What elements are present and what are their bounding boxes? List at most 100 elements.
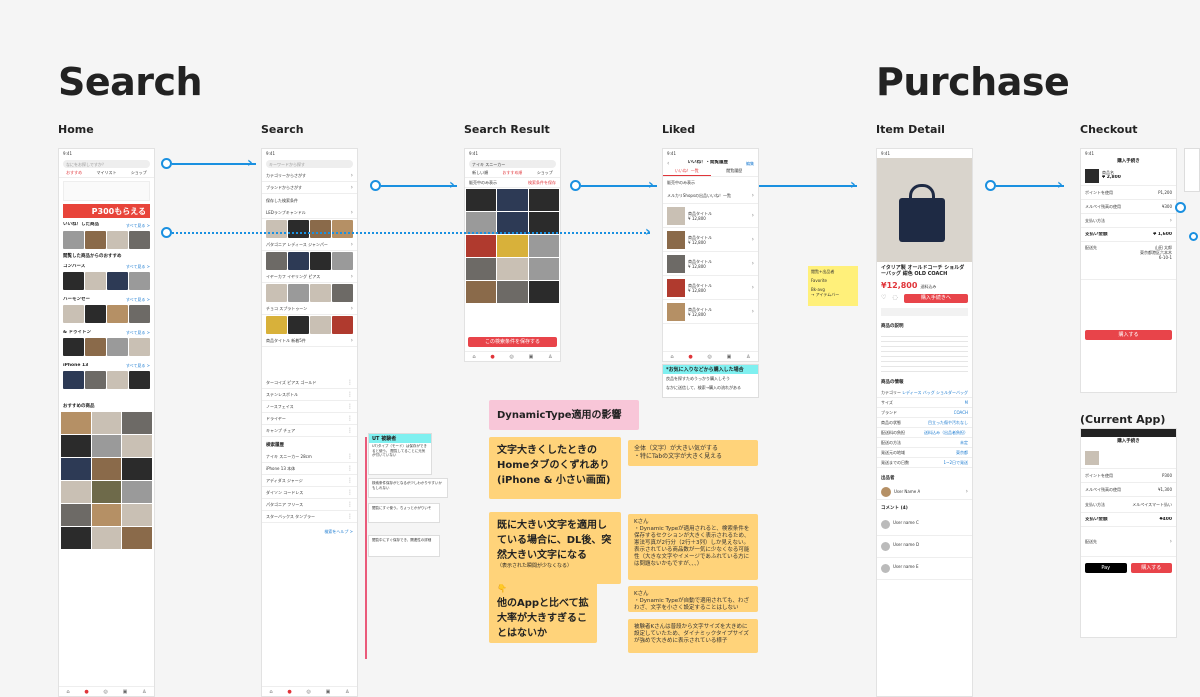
brand-row-3: & ドゥイトン すべて見る > xyxy=(63,329,150,336)
search-help-link[interactable]: 検索をヘルプ > xyxy=(262,523,357,540)
see-all-link[interactable]: すべて見る > xyxy=(126,223,150,228)
search-input[interactable]: キーワードから探す xyxy=(266,160,353,168)
keyword-row-1[interactable]: ターコイズ ピアス ゴールド ⋮ xyxy=(262,377,357,389)
comment-icon[interactable]: ◌ xyxy=(892,294,897,303)
section-title-purchase: Purchase xyxy=(876,60,1070,104)
home-banner[interactable]: P300もらえる xyxy=(63,204,150,218)
history-row-5[interactable]: パタゴニア フリース ⋮ xyxy=(262,499,357,511)
camera-tab-icon[interactable]: ◎ xyxy=(509,354,513,360)
apple-pay-button[interactable]: Pay xyxy=(1085,563,1127,573)
comment-3: User name E xyxy=(877,558,972,580)
wallet-row[interactable]: メルペイ残高の使用 ¥300 xyxy=(1081,200,1176,214)
heart-tab-icon[interactable]: ● xyxy=(688,354,692,360)
saved-item-2[interactable]: パタゴニア レディース ジャンパー › xyxy=(262,239,357,251)
keyword-row-6[interactable]: スターバックス タンブラー ⋮ xyxy=(262,511,357,523)
edit-link[interactable]: 編集 xyxy=(746,161,754,166)
brand-row[interactable]: ブランドからさがす › xyxy=(262,182,357,194)
only-on-sale-checkbox[interactable]: 販売中のみ表示 xyxy=(469,180,497,185)
save-condition-link[interactable]: 検索条件を保存 xyxy=(528,180,556,185)
checkout-buy-button[interactable]: 購入する xyxy=(1085,330,1172,340)
tab-recommended[interactable]: おすすめ順 xyxy=(502,170,522,177)
flow-start-circle xyxy=(161,158,172,169)
tab-history[interactable]: 閲覧履歴 xyxy=(711,168,759,176)
liked-item-2[interactable]: 商品タイトル ¥ 12,800 › xyxy=(663,228,758,252)
camera-tab-icon[interactable]: ◎ xyxy=(707,354,711,360)
address-row[interactable]: 配送先 山田 太郎 東京都港区六本木 6-10-1 xyxy=(1081,242,1176,280)
buy-button[interactable]: 購入手続きへ xyxy=(903,294,968,303)
saved-item-1[interactable]: LEDランプキャンドル › xyxy=(262,207,357,219)
current-method-row[interactable]: 支払い方法 メルペイスマート払い xyxy=(1081,497,1176,513)
history-row-3[interactable]: アディダス ジャージ ⋮ xyxy=(262,475,357,487)
arrow-head-icon: › xyxy=(850,177,856,193)
points-row[interactable]: ポイントを使用 P1,200 xyxy=(1081,186,1176,200)
tab-shop[interactable]: ショップ xyxy=(537,170,553,177)
saved-item-4[interactable]: チョコ スプラトゥーン › xyxy=(262,303,357,315)
heart-tab-icon[interactable]: ● xyxy=(490,354,494,360)
keyword-row-3[interactable]: ノースフェイス ⋮ xyxy=(262,401,357,413)
home-tab-icon[interactable]: ⌂ xyxy=(670,354,673,360)
info-row: カテゴリー レディース バッグ ショルダーバッグ xyxy=(877,388,972,398)
info-title: 商品の情報 xyxy=(881,380,904,385)
method-row[interactable]: 支払い方法 › xyxy=(1081,214,1176,228)
liked-item-4[interactable]: 商品タイトル ¥ 12,800 › xyxy=(663,276,758,300)
camera-tab-icon[interactable]: ◎ xyxy=(306,689,310,695)
keyword-row-2[interactable]: ステンレスボトル ⋮ xyxy=(262,389,357,401)
user-tab-icon[interactable]: ♙ xyxy=(746,354,750,360)
user-tab-icon[interactable]: ♙ xyxy=(142,689,146,695)
save-search-cta-button[interactable]: この検索条件を保存する xyxy=(468,337,557,347)
camera-tab-icon[interactable]: ◎ xyxy=(103,689,107,695)
home-search-input[interactable]: なにをお探しですか？ xyxy=(63,160,150,168)
section-title-search: Search xyxy=(58,60,203,104)
saved-item-5[interactable]: 商品タイトル 新着5件 › xyxy=(262,335,357,347)
card-tab-icon[interactable]: ▣ xyxy=(326,689,331,695)
rec-title: おすすめの商品 xyxy=(63,404,95,409)
tab-osusume[interactable]: おすすめ xyxy=(66,170,82,177)
tab-new[interactable]: 新しい順 xyxy=(472,170,488,177)
flow-start-circle xyxy=(1175,202,1186,213)
user-tab-icon[interactable]: ♙ xyxy=(548,354,552,360)
history-row-1[interactable]: ナイキ スニーカー 28cm ⋮ xyxy=(262,451,357,463)
tab-shop[interactable]: ショップ xyxy=(131,170,147,177)
back-icon[interactable]: ‹ xyxy=(667,160,669,167)
item-sticky-note: 閲覧+出品者 Favorite Bk-avg → アイテムバー xyxy=(808,266,858,306)
home-tab-icon[interactable]: ⌂ xyxy=(66,689,69,695)
card-tab-icon[interactable]: ▣ xyxy=(727,354,732,360)
heart-icon[interactable]: ♡ xyxy=(881,294,886,303)
item-price: ¥12,800 xyxy=(881,281,918,290)
liked-item-1[interactable]: 商品タイトル ¥ 12,800 › xyxy=(663,204,758,228)
saved-item-3[interactable]: イヤーカフ イヤリング ピアス › xyxy=(262,271,357,283)
history-row-2[interactable]: iPhone 13 本体 ⋮ xyxy=(262,463,357,475)
current-points-row[interactable]: ポイントを使用 P300 xyxy=(1081,469,1176,483)
liked-filter[interactable]: 販売中のみ表示 xyxy=(663,177,758,188)
current-total-row: 支払い金額 ¥400 xyxy=(1081,513,1176,527)
current-wallet-row[interactable]: メルペイ残高の使用 ¥1,300 xyxy=(1081,483,1176,497)
card-tab-icon[interactable]: ▣ xyxy=(123,689,128,695)
seller-row[interactable]: User Name A › xyxy=(877,484,972,500)
result-search-input[interactable]: ナイキ スニーカー xyxy=(469,160,556,168)
item-photo[interactable] xyxy=(877,158,972,262)
status-bar: 9:41 xyxy=(1085,151,1094,156)
keyword-row-4[interactable]: ドライヤー ⋮ xyxy=(262,413,357,425)
liked-notice-row[interactable]: メルカリShopsの出品いいね！一覧 › xyxy=(663,188,758,204)
liked-item-5[interactable]: 商品タイトル ¥ 12,800 › xyxy=(663,300,758,324)
liked-item-3[interactable]: 商品タイトル ¥ 12,800 › xyxy=(663,252,758,276)
current-buy-button[interactable]: 購入する xyxy=(1130,563,1172,573)
comment-2: User name D xyxy=(877,536,972,558)
card-tab-icon[interactable]: ▣ xyxy=(529,354,534,360)
search-screen: 9:41 キーワードから探す カテゴリーからさがす › ブランドからさがす › 保存… xyxy=(261,148,358,697)
arrow-head-icon: › xyxy=(1057,177,1063,193)
search-note-1: 検索条件保存がとなるが少しわかりやすいかもしれない xyxy=(368,478,448,498)
frame-label-search: Search xyxy=(261,123,304,136)
home-tab-icon[interactable]: ⌂ xyxy=(269,689,272,695)
keyword-row-5[interactable]: キャンプ チェア ⋮ xyxy=(262,425,357,437)
home-tab-icon[interactable]: ⌂ xyxy=(472,354,475,360)
tab-mylist[interactable]: マイリスト xyxy=(96,170,116,177)
tab-liked-list[interactable]: いいね！一覧 xyxy=(663,168,711,176)
heart-tab-icon[interactable]: ● xyxy=(84,689,88,695)
user-tab-icon[interactable]: ♙ xyxy=(345,689,349,695)
heart-tab-icon[interactable]: ● xyxy=(287,689,291,695)
category-row[interactable]: カテゴリーからさがす › xyxy=(262,170,357,182)
history-row-4[interactable]: ダイソン コードレス ⋮ xyxy=(262,487,357,499)
search-tabbar: ⌂ ● ◎ ▣ ♙ xyxy=(262,686,357,696)
current-address-row[interactable]: 配送先 › xyxy=(1081,527,1176,557)
